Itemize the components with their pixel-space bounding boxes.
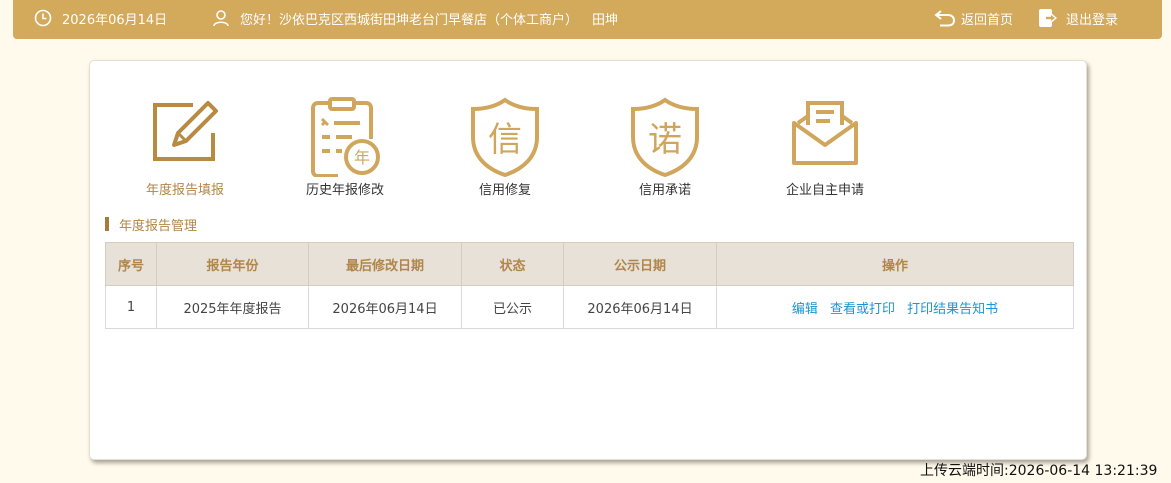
view-print-link[interactable]: 查看或打印 xyxy=(830,302,895,317)
func-label: 信用承诺 xyxy=(638,183,691,198)
col-header-status: 状态 xyxy=(461,242,564,286)
upload-time: 上传云端时间:2026-06-14 13:21:39 xyxy=(920,463,1158,479)
col-header-year: 报告年份 xyxy=(156,242,309,286)
func-credit-repair[interactable]: 信 信用修复 xyxy=(430,97,580,198)
func-label: 信用修复 xyxy=(478,183,531,198)
func-annual-report-fill[interactable]: 年度报告填报 xyxy=(110,97,260,198)
top-bar: 2026年06月14日 您好！沙依巴克区西城街田坤老台门早餐店（个体工商户） 田… xyxy=(13,0,1162,39)
cell-actions: 编辑 查看或打印 打印结果告知书 xyxy=(716,285,1074,329)
func-label: 历史年报修改 xyxy=(305,183,384,198)
clipboard-year-icon: 年 xyxy=(308,97,382,181)
clock-icon xyxy=(34,9,62,27)
logout-icon xyxy=(1038,8,1066,28)
user-greeting: 您好！沙依巴克区西城街田坤老台门早餐店（个体工商户） 田坤 xyxy=(212,0,618,36)
current-date: 2026年06月14日 xyxy=(62,12,168,28)
func-label: 企业自主申请 xyxy=(785,183,864,198)
greeting-text: 您好！沙依巴克区西城街田坤老台门早餐店（个体工商户） xyxy=(240,12,579,28)
cell-index: 1 xyxy=(105,285,157,329)
svg-text:信: 信 xyxy=(488,120,522,160)
cell-year: 2025年年度报告 xyxy=(156,285,309,329)
logout-label: 退出登录 xyxy=(1066,12,1119,28)
return-icon xyxy=(934,9,961,27)
cell-published: 2026年06月14日 xyxy=(563,285,717,329)
svg-text:诺: 诺 xyxy=(648,120,682,160)
main-card: 年度报告填报 年 历史年报修改 信 信用修复 诺 信用承诺 企业自主申请 年度报… xyxy=(89,60,1087,460)
edit-link[interactable]: 编辑 xyxy=(792,302,818,317)
section-title-text: 年度报告管理 xyxy=(119,218,198,234)
func-enterprise-application[interactable]: 企业自主申请 xyxy=(750,97,900,198)
report-table: 序号 报告年份 最后修改日期 状态 公示日期 操作 1 2025年年度报告 20… xyxy=(105,242,1074,329)
shield-xin-icon: 信 xyxy=(469,97,541,181)
svg-text:年: 年 xyxy=(354,148,370,167)
return-home-label: 返回首页 xyxy=(961,12,1014,28)
func-history-report-edit[interactable]: 年 历史年报修改 xyxy=(270,97,420,198)
section-marker xyxy=(105,217,109,231)
shield-nuo-icon: 诺 xyxy=(629,97,701,181)
logout-button[interactable]: 退出登录 xyxy=(1038,0,1118,36)
col-header-index: 序号 xyxy=(105,242,157,286)
section-title: 年度报告管理 xyxy=(105,216,198,234)
col-header-modified: 最后修改日期 xyxy=(308,242,462,286)
col-header-actions: 操作 xyxy=(716,242,1074,286)
cell-status: 已公示 xyxy=(461,285,564,329)
envelope-icon xyxy=(790,97,860,171)
username: 田坤 xyxy=(592,12,619,28)
user-icon xyxy=(212,9,240,27)
return-home-button[interactable]: 返回首页 xyxy=(934,0,1013,36)
table-row: 1 2025年年度报告 2026年06月14日 已公示 2026年06月14日 … xyxy=(105,285,1074,329)
cell-modified: 2026年06月14日 xyxy=(308,285,462,329)
print-notice-link[interactable]: 打印结果告知书 xyxy=(907,302,998,317)
func-label: 年度报告填报 xyxy=(145,183,224,198)
edit-report-icon xyxy=(150,97,220,167)
date-display: 2026年06月14日 xyxy=(34,0,167,36)
func-credit-commitment[interactable]: 诺 信用承诺 xyxy=(590,97,740,198)
col-header-published: 公示日期 xyxy=(563,242,717,286)
table-header-row: 序号 报告年份 最后修改日期 状态 公示日期 操作 xyxy=(105,242,1074,286)
